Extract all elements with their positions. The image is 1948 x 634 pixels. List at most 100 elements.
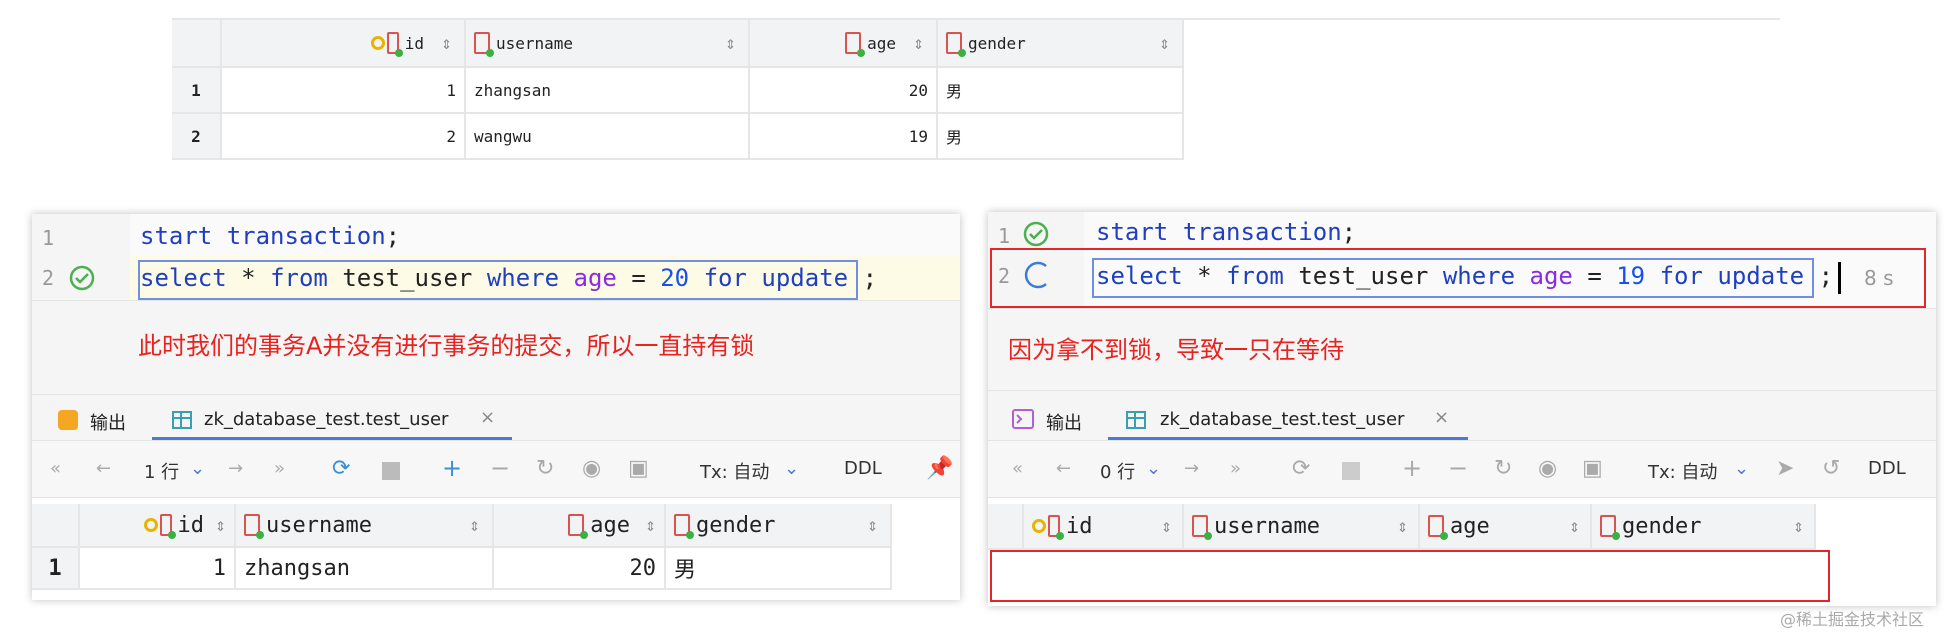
submit-icon[interactable]: ▣ <box>1582 456 1603 481</box>
ddl-button[interactable]: DDL <box>1868 458 1906 479</box>
row-number[interactable]: 1 <box>172 68 222 114</box>
column-icon <box>1600 515 1620 540</box>
row-number[interactable]: 2 <box>172 114 222 160</box>
chevron-down-icon[interactable]: ⌄ <box>190 458 205 479</box>
prev-page-icon[interactable]: ← <box>1056 458 1071 479</box>
rows-count[interactable]: 1 行 <box>144 458 179 484</box>
cell-id[interactable]: 1 <box>222 68 466 114</box>
chevron-down-icon[interactable]: ⌄ <box>1734 458 1749 479</box>
column-header-id[interactable]: id ⇕ <box>1024 504 1184 550</box>
annotation-text: 因为拿不到锁，导致一只在等待 <box>1008 336 1344 364</box>
cell-age[interactable]: 19 <box>750 114 938 160</box>
line-number: 1 <box>42 226 55 250</box>
column-icon <box>159 514 176 539</box>
column-icon <box>386 32 403 57</box>
key-icon <box>1032 519 1046 533</box>
column-header-id[interactable]: id ⇕ <box>80 504 236 548</box>
rollback-icon[interactable]: ↺ <box>1822 456 1840 481</box>
console-icon <box>1012 409 1034 429</box>
delete-row-icon[interactable]: − <box>1448 454 1468 482</box>
column-header-gender[interactable]: gender ⇕ <box>1592 504 1816 550</box>
column-header-username[interactable]: username ⇕ <box>1184 504 1420 550</box>
key-icon <box>370 36 385 50</box>
refresh-icon[interactable]: ⟳ <box>332 456 350 481</box>
table-icon <box>172 411 192 429</box>
preview-icon[interactable]: ◉ <box>582 456 601 481</box>
cell-id[interactable]: 2 <box>222 114 466 160</box>
chevron-down-icon[interactable]: ⌄ <box>784 458 799 479</box>
column-header-id[interactable]: id ⇕ <box>222 20 466 68</box>
last-page-icon[interactable]: » <box>274 458 285 479</box>
chevron-down-icon[interactable]: ⌄ <box>1146 458 1161 479</box>
play-icon[interactable]: ➤ <box>1776 456 1794 481</box>
ddl-button[interactable]: DDL <box>844 458 882 479</box>
stop-icon[interactable] <box>1342 462 1360 480</box>
sort-icon[interactable]: ⇕ <box>725 33 736 54</box>
tab-output[interactable]: 输出 <box>1046 409 1082 435</box>
first-page-icon[interactable]: « <box>1012 458 1023 479</box>
column-icon <box>1048 515 1064 540</box>
tab-output[interactable]: 输出 <box>90 409 126 435</box>
cell-age[interactable]: 20 <box>494 548 666 590</box>
code-line-1: start transaction; <box>1096 218 1357 246</box>
sort-icon[interactable]: ⇕ <box>469 515 480 536</box>
cell-id[interactable]: 1 <box>80 548 236 590</box>
watermark: @稀土掘金技术社区 <box>1780 610 1925 629</box>
sort-icon[interactable]: ⇕ <box>1793 516 1804 537</box>
add-row-icon[interactable]: + <box>442 454 462 482</box>
last-page-icon[interactable]: » <box>1230 458 1241 479</box>
column-header-username[interactable]: username ⇕ <box>466 20 750 68</box>
tab-table[interactable]: zk_database_test.test_user <box>1160 409 1404 430</box>
rows-count[interactable]: 0 行 <box>1100 458 1135 484</box>
annotation-text: 此时我们的事务A并没有进行事务的提交，所以一直持有锁 <box>138 332 755 360</box>
column-icon <box>1428 515 1448 540</box>
revert-icon[interactable]: ↻ <box>536 456 554 481</box>
first-page-icon[interactable]: « <box>50 458 61 479</box>
delete-row-icon[interactable]: − <box>490 454 510 482</box>
cell-username[interactable]: zhangsan <box>236 548 494 590</box>
column-header-gender[interactable]: gender ⇕ <box>938 20 1184 68</box>
preview-icon[interactable]: ◉ <box>1538 456 1557 481</box>
prev-page-icon[interactable]: ← <box>96 458 111 479</box>
sort-icon[interactable]: ⇕ <box>441 33 452 54</box>
column-header-age[interactable]: age ⇕ <box>494 504 666 548</box>
add-row-icon[interactable]: + <box>1402 454 1422 482</box>
sort-icon[interactable]: ⇕ <box>645 515 656 536</box>
column-header-username[interactable]: username ⇕ <box>236 504 494 548</box>
close-tab-icon[interactable]: × <box>480 407 495 428</box>
cell-username[interactable]: zhangsan <box>466 68 750 114</box>
refresh-icon[interactable]: ⟳ <box>1292 456 1310 481</box>
cell-gender[interactable]: 男 <box>938 68 1184 114</box>
close-tab-icon[interactable]: × <box>1434 407 1449 428</box>
pin-icon[interactable]: 📌 <box>926 456 953 481</box>
column-header-age[interactable]: age ⇕ <box>750 20 938 68</box>
stop-icon[interactable] <box>382 462 400 480</box>
tx-mode[interactable]: Tx: 自动 <box>1648 458 1717 484</box>
revert-icon[interactable]: ↻ <box>1494 456 1512 481</box>
sort-icon[interactable]: ⇕ <box>215 515 226 536</box>
cell-gender[interactable]: 男 <box>938 114 1184 160</box>
row-number-header <box>32 504 80 548</box>
cell-gender[interactable]: 男 <box>666 548 892 590</box>
sort-icon[interactable]: ⇕ <box>1161 516 1172 537</box>
column-icon <box>474 32 494 57</box>
empty-result-highlight <box>990 550 1830 602</box>
sort-icon[interactable]: ⇕ <box>1397 516 1408 537</box>
next-page-icon[interactable]: → <box>228 458 243 479</box>
tx-mode[interactable]: Tx: 自动 <box>700 458 769 484</box>
tab-table[interactable]: zk_database_test.test_user <box>204 409 448 430</box>
cell-username[interactable]: wangwu <box>466 114 750 160</box>
sort-icon[interactable]: ⇕ <box>1159 33 1170 54</box>
column-icon <box>845 32 866 57</box>
row-number-header <box>988 504 1024 550</box>
submit-icon[interactable]: ▣ <box>628 456 649 481</box>
table-icon <box>1126 411 1146 429</box>
cell-age[interactable]: 20 <box>750 68 938 114</box>
column-header-age[interactable]: age ⇕ <box>1420 504 1592 550</box>
next-page-icon[interactable]: → <box>1184 458 1199 479</box>
sort-icon[interactable]: ⇕ <box>867 515 878 536</box>
column-header-gender[interactable]: gender ⇕ <box>666 504 892 548</box>
sort-icon[interactable]: ⇕ <box>1569 516 1580 537</box>
sort-icon[interactable]: ⇕ <box>913 33 924 54</box>
row-number[interactable]: 1 <box>32 548 80 590</box>
